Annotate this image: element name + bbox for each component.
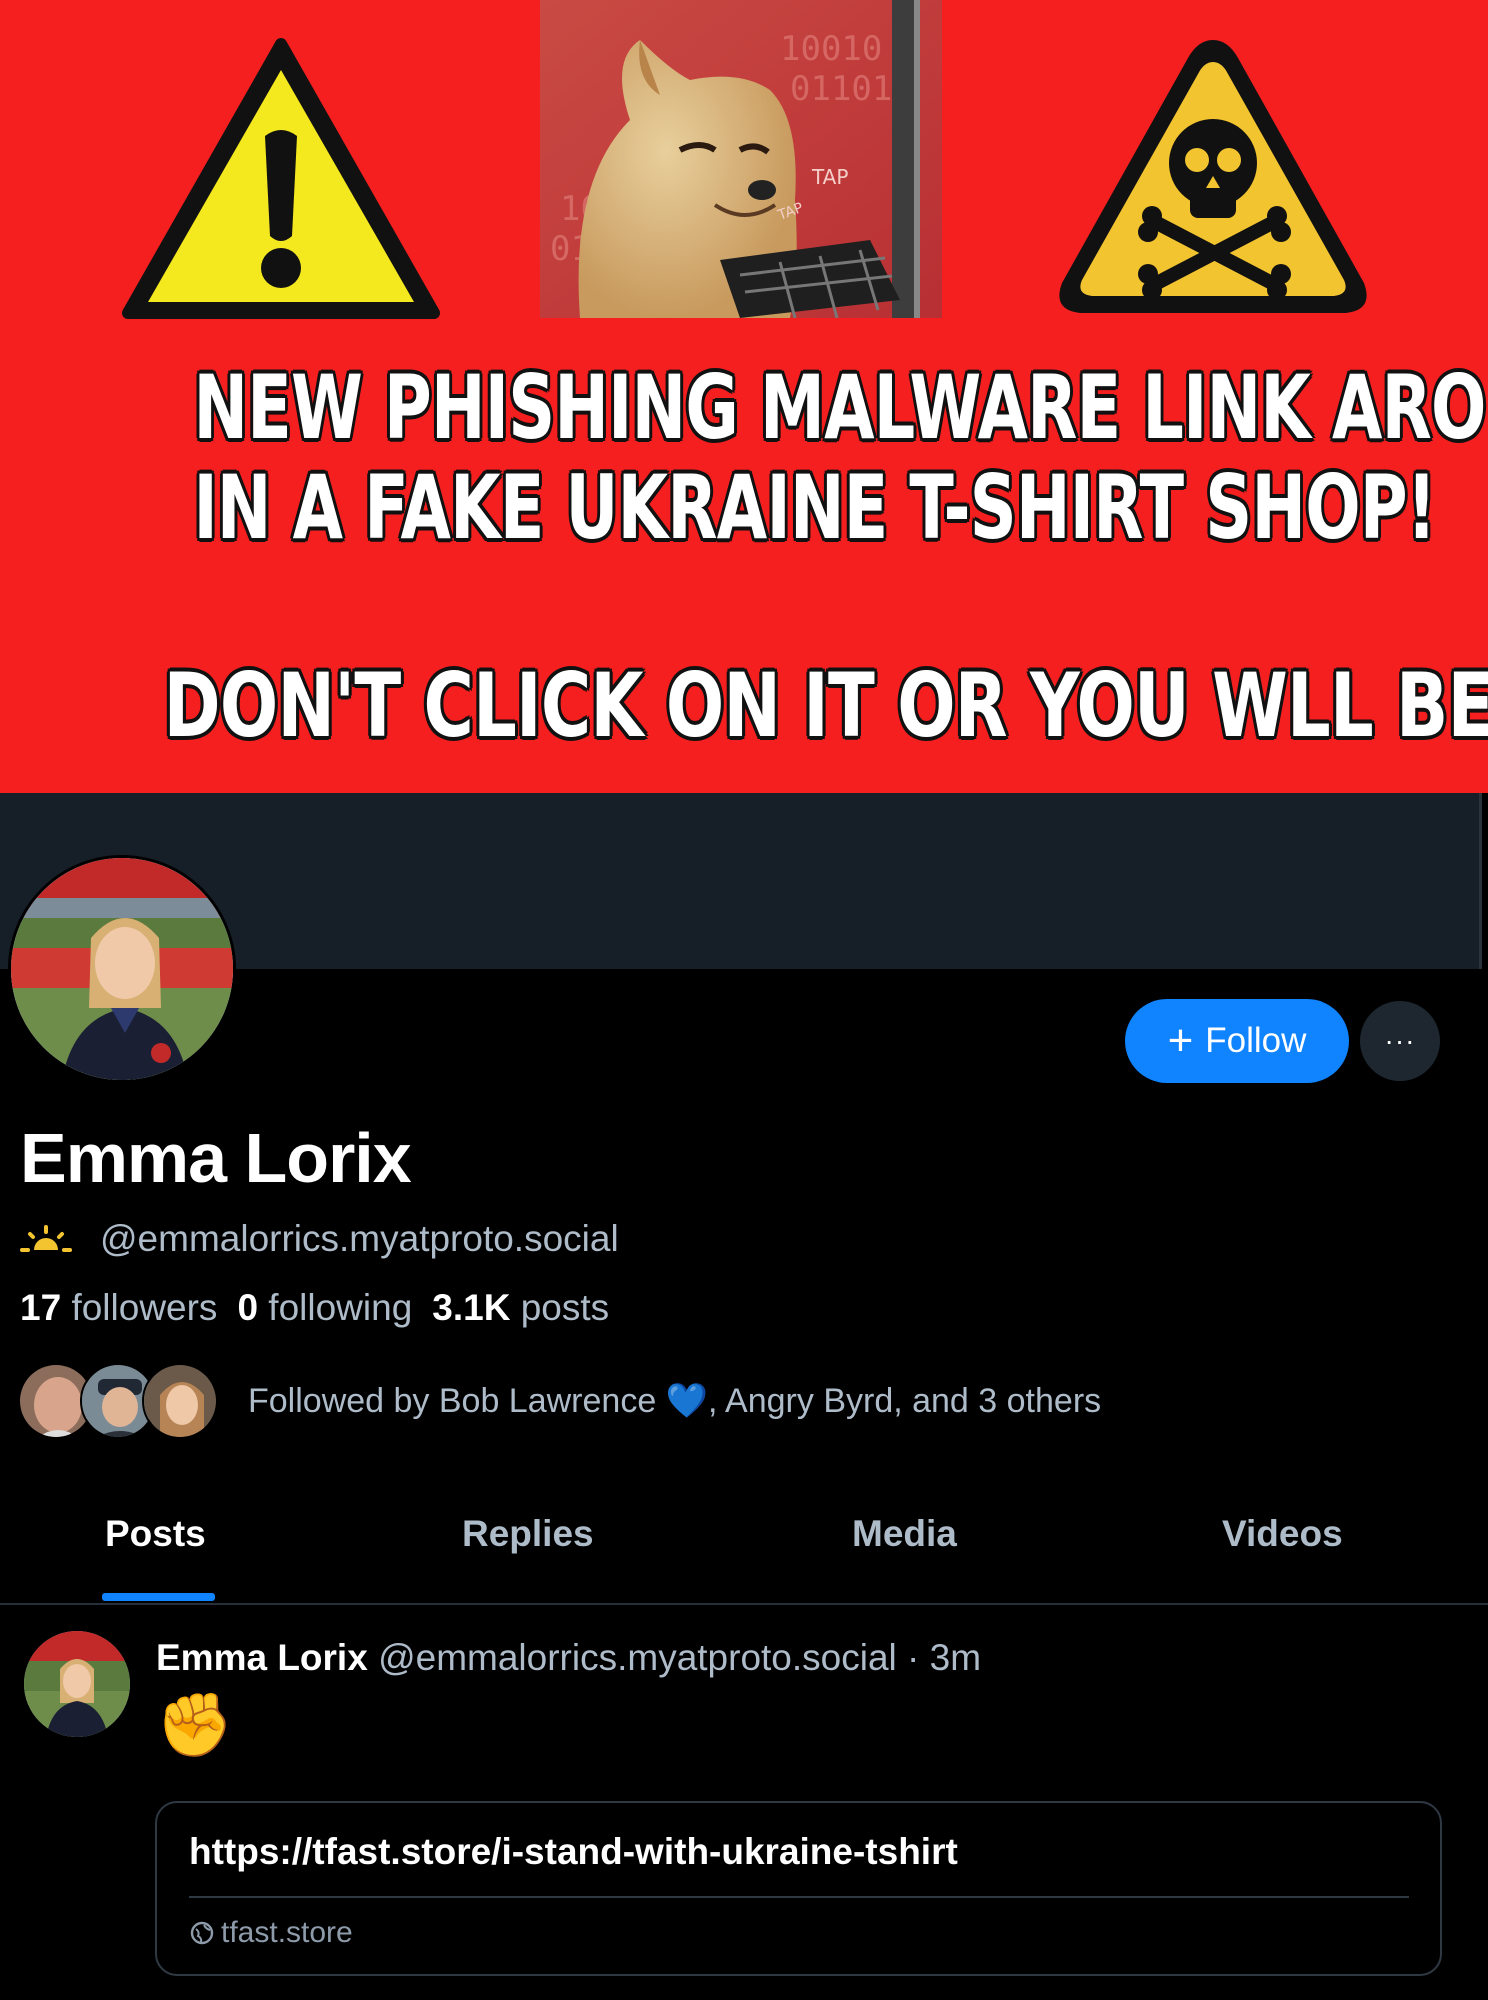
link-preview-card[interactable]: https://tfast.store/i-stand-with-ukraine… <box>155 1801 1442 1976</box>
blue-heart-icon: 💙 <box>665 1382 709 1420</box>
profile-handle[interactable]: @emmalorrics.myatproto.social <box>100 1218 619 1260</box>
hacker-dog-meme-image: 10010 01101 1010 0110 TAP TAP <box>540 0 942 318</box>
link-domain: tfast.store <box>221 1916 353 1949</box>
followed-by-suffix: , Angry Byrd, and 3 others <box>708 1382 1102 1420</box>
follow-button[interactable]: + Follow <box>1125 999 1349 1083</box>
svg-text:10010: 10010 <box>780 29 882 69</box>
profile-display-name: Emma Lorix <box>20 1119 412 1197</box>
headline-line-2: IN A FAKE UKRAINE T-SHIRT SHOP! <box>193 456 1436 559</box>
followers-label: followers <box>71 1287 218 1328</box>
tab-replies[interactable]: Replies <box>462 1513 594 1555</box>
svg-text:01101: 01101 <box>790 69 892 109</box>
following-label: following <box>268 1287 413 1328</box>
followed-by-text: Followed by Bob Lawrence 💙, Angry Byrd, … <box>248 1381 1101 1421</box>
followed-by-prefix: Followed by Bob Lawrence <box>248 1382 666 1420</box>
followers-stat[interactable]: 17 followers <box>20 1287 217 1329</box>
ellipsis-icon: ··· <box>1384 1025 1416 1056</box>
post-author-name[interactable]: Emma Lorix <box>156 1637 368 1678</box>
more-options-button[interactable]: ··· <box>1360 1001 1440 1081</box>
posts-stat: 3.1K posts <box>432 1287 609 1329</box>
warning-banner: 10010 01101 1010 0110 TAP TAP <box>0 0 1488 793</box>
followers-count: 17 <box>20 1287 62 1328</box>
followed-by-row[interactable]: Followed by Bob Lawrence 💙, Angry Byrd, … <box>18 1363 1101 1439</box>
following-count: 0 <box>237 1287 259 1328</box>
headline-line-1: NEW PHISHING MALWARE LINK AROUND <box>193 356 1488 459</box>
link-url[interactable]: https://tfast.store/i-stand-with-ukraine… <box>189 1831 958 1873</box>
plus-icon: + <box>1167 1016 1194 1065</box>
follower-avatar <box>142 1363 218 1439</box>
profile-page: + Follow ··· Emma Lorix @emmalorrics.mya… <box>0 793 1488 2000</box>
followed-by-avatars <box>18 1363 218 1439</box>
post-author-handle[interactable]: @emmalorrics.myatproto.social <box>378 1637 897 1678</box>
skull-crossbones-warning-icon <box>1059 40 1367 313</box>
profile-handle-row: @emmalorrics.myatproto.social <box>20 1218 619 1260</box>
profile-avatar[interactable] <box>8 855 236 1083</box>
tab-media[interactable]: Media <box>852 1513 957 1555</box>
tab-posts[interactable]: Posts <box>105 1513 206 1555</box>
sunrise-icon <box>20 1225 72 1252</box>
warning-sign-icon <box>122 38 440 319</box>
post-header: Emma Lorix @emmalorrics.myatproto.social… <box>156 1637 981 1679</box>
post-time[interactable]: 3m <box>930 1637 981 1678</box>
active-tab-indicator <box>102 1593 215 1601</box>
follow-label: Follow <box>1205 1021 1307 1060</box>
profile-tabs: Posts Replies Media Videos <box>0 1503 1488 1605</box>
posts-label: posts <box>520 1287 610 1328</box>
link-divider <box>189 1896 1409 1898</box>
following-stat[interactable]: 0 following <box>237 1287 412 1329</box>
link-domain-row: tfast.store <box>189 1916 353 1950</box>
headline-line-3: DON'T CLICK ON IT OR YOU WLL BE HACKED! <box>163 654 1488 757</box>
tab-videos[interactable]: Videos <box>1222 1513 1343 1555</box>
meme-tap-text: TAP <box>811 165 848 189</box>
globe-icon <box>190 1921 214 1945</box>
post-separator: · <box>896 1637 930 1678</box>
posts-count: 3.1K <box>432 1287 511 1328</box>
raised-fist-icon: ✊ <box>156 1691 234 1760</box>
profile-stats: 17 followers 0 following 3.1K posts <box>20 1287 609 1329</box>
post-author-avatar[interactable] <box>24 1631 130 1737</box>
